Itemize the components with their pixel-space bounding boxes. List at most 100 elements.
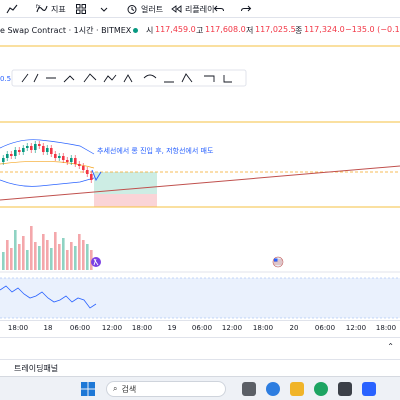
open-value: 117,459.0 bbox=[155, 25, 196, 34]
symbol-bar: e Swap Contract · 1시간 · BITMEX 시 117,459… bbox=[0, 19, 400, 41]
volume-bar bbox=[30, 226, 33, 270]
chart-area[interactable]: 0.5 추세선에서 롱 진입 후, 저항선에서 매도 bbox=[0, 42, 400, 337]
volume-bar bbox=[86, 244, 89, 270]
candle-body bbox=[82, 166, 85, 170]
time-tick: 18:00 bbox=[7, 324, 29, 332]
app-icon-1[interactable] bbox=[266, 382, 280, 396]
candle-body bbox=[50, 148, 53, 154]
search-placeholder: 검색 bbox=[121, 384, 137, 394]
replay-button[interactable]: 리플레이 bbox=[170, 2, 214, 16]
alerts-button[interactable]: 얼러트 bbox=[126, 2, 163, 16]
candle-body bbox=[2, 158, 5, 162]
volume-bar bbox=[34, 242, 37, 270]
windows-start-icon[interactable] bbox=[80, 381, 96, 397]
candle-body bbox=[70, 158, 73, 162]
position-loss-zone[interactable] bbox=[94, 194, 157, 207]
trading-panel-bar[interactable]: 트레이딩패널 bbox=[0, 359, 400, 375]
search-icon: ⌕ bbox=[113, 384, 118, 393]
candle-body bbox=[66, 160, 69, 162]
candle-body bbox=[86, 170, 89, 174]
volume-bar bbox=[46, 240, 49, 270]
time-tick: 19 bbox=[167, 324, 177, 332]
candle-body bbox=[18, 150, 21, 152]
close-value: 117,324.0 bbox=[304, 25, 345, 34]
time-tick: 12:00 bbox=[101, 324, 123, 332]
indicators-label: 지표 bbox=[51, 4, 66, 14]
candle-body bbox=[34, 144, 37, 150]
market-status-dot bbox=[133, 28, 138, 33]
os-taskbar: ⌕ 검색 bbox=[0, 376, 400, 400]
candle-body bbox=[10, 154, 13, 156]
oscillator-band bbox=[0, 278, 400, 318]
candle-body bbox=[74, 158, 77, 164]
candle-body bbox=[6, 154, 9, 158]
indicators-button[interactable]: fx 지표 bbox=[36, 2, 66, 16]
app-icon-2[interactable] bbox=[314, 382, 328, 396]
us-flag-icon[interactable] bbox=[272, 256, 284, 268]
candle-body bbox=[30, 146, 33, 150]
volume-bar bbox=[6, 240, 9, 270]
time-tick: 18:00 bbox=[375, 324, 397, 332]
open-label: 시 bbox=[146, 26, 154, 35]
volume-bar bbox=[18, 244, 21, 270]
app-icon-4[interactable] bbox=[362, 382, 376, 396]
layout-chevron-icon[interactable] bbox=[100, 2, 108, 16]
volume-bar bbox=[62, 238, 65, 270]
volume-bar bbox=[70, 242, 73, 270]
volume-bar bbox=[82, 240, 85, 270]
chevron-up-icon[interactable]: ⌃ bbox=[387, 342, 394, 351]
volume-bar bbox=[50, 248, 53, 270]
time-tick: 06:00 bbox=[314, 324, 336, 332]
replay-icon bbox=[171, 5, 182, 13]
alerts-label: 얼러트 bbox=[141, 4, 164, 14]
chart-annotation[interactable]: 추세선에서 롱 진입 후, 저항선에서 매도 bbox=[97, 146, 214, 155]
drawing-toolbar bbox=[11, 69, 247, 87]
position-profit-zone[interactable] bbox=[94, 172, 157, 194]
candle-body bbox=[78, 164, 81, 166]
templates-icon[interactable] bbox=[75, 2, 87, 16]
time-tick: 12:00 bbox=[221, 324, 243, 332]
chart-canvas[interactable]: 0.5 추세선에서 롱 진입 후, 저항선에서 매도 bbox=[0, 42, 400, 320]
low-label: 저 bbox=[246, 26, 254, 35]
candle-body bbox=[38, 144, 41, 146]
bottom-panel: ⌃ bbox=[0, 337, 400, 359]
symbol-name[interactable]: e Swap Contract · 1시간 · BITMEX bbox=[0, 25, 131, 36]
indicators-icon: fx bbox=[36, 4, 48, 13]
time-tick: 18:00 bbox=[252, 324, 274, 332]
change-value: −135.0 (−0.11%) bbox=[345, 25, 400, 34]
compare-icon[interactable] bbox=[6, 2, 18, 16]
folder-icon[interactable] bbox=[290, 382, 304, 396]
app-icon-3[interactable] bbox=[338, 382, 352, 396]
left-edge-value: 0.5 bbox=[0, 75, 11, 83]
task-view-icon[interactable] bbox=[242, 382, 256, 396]
redo-icon[interactable] bbox=[240, 2, 252, 16]
candle-body bbox=[62, 156, 65, 160]
volume-bar bbox=[74, 246, 77, 270]
time-tick: 18 bbox=[43, 324, 53, 332]
candle-body bbox=[42, 146, 45, 152]
volume-bar bbox=[54, 232, 57, 270]
low-value: 117,025.5 bbox=[255, 25, 296, 34]
trend-line[interactable] bbox=[0, 165, 400, 201]
time-tick: 20 bbox=[289, 324, 299, 332]
trading-panel-label[interactable]: 트레이딩패널 bbox=[14, 363, 58, 374]
volume-bar bbox=[78, 234, 81, 270]
time-tick: 06:00 bbox=[69, 324, 91, 332]
time-tick: 12:00 bbox=[345, 324, 367, 332]
event-icon-bitcoin[interactable] bbox=[91, 257, 101, 267]
volume-series bbox=[2, 226, 93, 270]
flag-canton bbox=[274, 258, 278, 262]
time-axis[interactable]: 18:00 18 06:00 12:00 18:00 19 06:00 12:00 18:00 2… bbox=[0, 320, 400, 336]
volume-bar bbox=[2, 252, 5, 270]
candle-body bbox=[58, 156, 61, 158]
candle-body bbox=[26, 146, 29, 148]
taskbar-search[interactable]: ⌕ 검색 bbox=[106, 381, 226, 397]
volume-bar bbox=[10, 248, 13, 270]
undo-icon[interactable] bbox=[213, 2, 225, 16]
volume-bar bbox=[38, 246, 41, 270]
envelope-lower bbox=[0, 177, 95, 187]
top-toolbar: fx 지표 얼러트 리플레이 bbox=[0, 0, 400, 18]
replay-label: 리플레이 bbox=[185, 4, 215, 14]
close-label: 종 bbox=[295, 26, 303, 35]
high-label: 고 bbox=[196, 26, 204, 35]
